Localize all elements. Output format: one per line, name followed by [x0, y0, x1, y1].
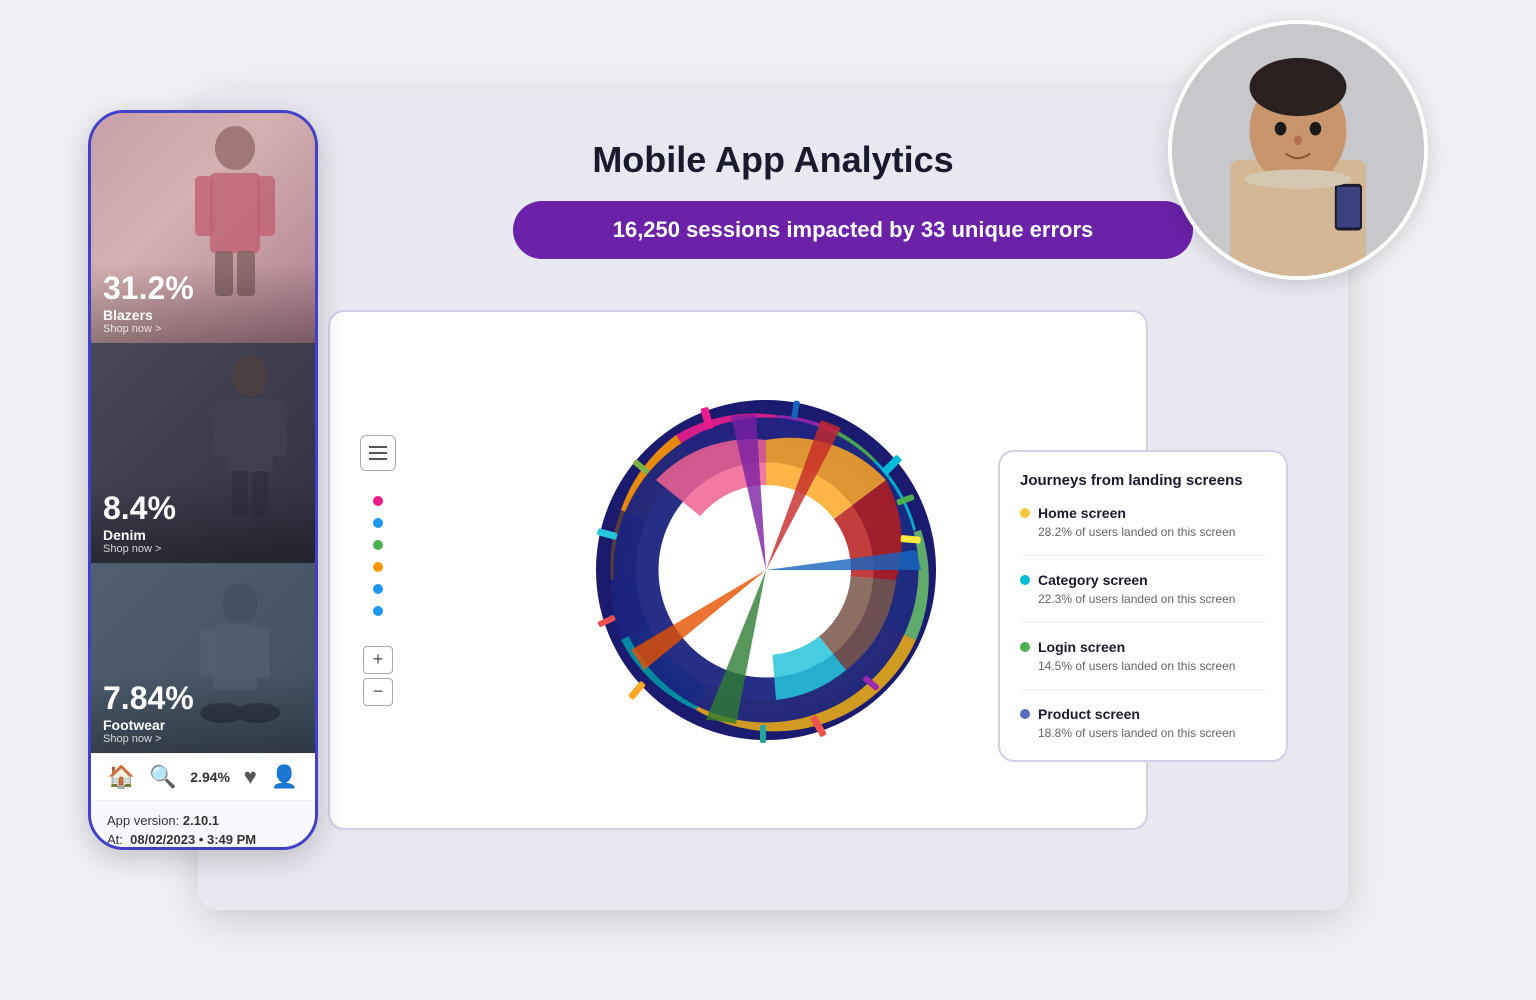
journey-login-stat: 14.5% of users landed on this screen [1038, 659, 1266, 673]
timestamp-line: At: 08/02/2023 • 3:49 PM [107, 832, 299, 847]
dot-blue3 [373, 606, 383, 616]
journey-product-stat: 18.8% of users landed on this screen [1038, 726, 1266, 740]
journey-panel-title: Journeys from landing screens [1020, 472, 1266, 489]
browser-card: Mobile App Analytics 16,250 sessions imp… [198, 90, 1348, 910]
journey-home-stat: 28.2% of users landed on this screen [1038, 525, 1266, 539]
journey-login-name: Login screen [1038, 639, 1125, 655]
page-title: Mobile App Analytics [228, 139, 1318, 181]
journey-panel: Journeys from landing screens Home scree… [998, 450, 1288, 762]
zoom-out-button[interactable]: − [363, 678, 393, 706]
zoom-in-button[interactable]: + [363, 646, 393, 674]
person-avatar [1168, 20, 1428, 280]
person-svg [1172, 24, 1424, 276]
main-container: Mobile App Analytics 16,250 sessions imp… [68, 50, 1468, 950]
dot-blue1 [373, 518, 383, 528]
section-overlay-footwear: 7.84% Footwear Shop now > [91, 672, 315, 753]
zoom-controls: + − [363, 646, 393, 706]
menu-icon[interactable] [360, 435, 396, 471]
app-version-label: App version: [107, 813, 179, 828]
journey-item-product: Product screen 18.8% of users landed on … [1020, 706, 1266, 740]
journey-dot-login [1020, 642, 1030, 652]
journey-dot-category [1020, 575, 1030, 585]
journey-product-name: Product screen [1038, 706, 1140, 722]
dot-green [373, 540, 383, 550]
journey-dot-product [1020, 709, 1030, 719]
sessions-banner: 16,250 sessions impacted by 33 unique er… [513, 201, 1193, 259]
journey-item-product-header: Product screen [1020, 706, 1266, 722]
dot-blue2 [373, 584, 383, 594]
heart-nav-icon[interactable]: ♥ [244, 764, 257, 790]
denim-label: Denim [103, 527, 303, 543]
journey-category-stat: 22.3% of users landed on this screen [1038, 592, 1266, 606]
footwear-sublabel: Shop now > [103, 733, 303, 745]
blazers-percent: 31.2% [103, 270, 303, 307]
phone-section-denim: 8.4% Denim Shop now > [91, 343, 315, 563]
mobile-phone: 31.2% Blazers Shop now > 8.4% Denim Shop… [88, 110, 318, 850]
phone-section-blazers: 31.2% Blazers Shop now > [91, 113, 315, 343]
phone-section-footwear: 7.84% Footwear Shop now > [91, 563, 315, 753]
journey-home-name: Home screen [1038, 505, 1126, 521]
journey-item-category: Category screen 22.3% of users landed on… [1020, 572, 1266, 623]
journey-dot-home [1020, 508, 1030, 518]
user-nav-icon[interactable]: 👤 [271, 764, 298, 790]
section-overlay-blazers: 31.2% Blazers Shop now > [91, 262, 315, 343]
footwear-label: Footwear [103, 717, 303, 733]
phone-footer: App version: 2.10.1 At: 08/02/2023 • 3:4… [91, 800, 315, 850]
dot-orange [373, 562, 383, 572]
dot-controls [373, 496, 383, 616]
journey-item-login-header: Login screen [1020, 639, 1266, 655]
blazers-sublabel: Shop now > [103, 323, 303, 335]
journey-item-category-header: Category screen [1020, 572, 1266, 588]
blazers-label: Blazers [103, 307, 303, 323]
app-version-line: App version: 2.10.1 [107, 813, 299, 828]
denim-percent: 8.4% [103, 490, 303, 527]
home-nav-icon[interactable]: 🏠 [108, 764, 135, 790]
sessions-text: 16,250 sessions impacted by 33 unique er… [613, 217, 1094, 242]
dot-pink [373, 496, 383, 506]
search-nav-icon[interactable]: 🔍 [149, 764, 176, 790]
nav-percent: 2.94% [190, 769, 230, 785]
journey-item-login: Login screen 14.5% of users landed on th… [1020, 639, 1266, 690]
donut-chart [576, 380, 956, 760]
denim-sublabel: Shop now > [103, 543, 303, 555]
section-overlay-denim: 8.4% Denim Shop now > [91, 482, 315, 563]
app-version-value: 2.10.1 [183, 813, 219, 828]
journey-category-name: Category screen [1038, 572, 1148, 588]
at-label: At: [107, 832, 123, 847]
chart-controls: + − [350, 425, 406, 716]
timestamp-value: 08/02/2023 • 3:49 PM [130, 832, 256, 847]
footwear-percent: 7.84% [103, 680, 303, 717]
journey-item-home: Home screen 28.2% of users landed on thi… [1020, 505, 1266, 556]
browser-dots [228, 110, 1318, 124]
phone-nav: 🏠 🔍 2.94% ♥ 👤 [91, 753, 315, 800]
journey-item-home-header: Home screen [1020, 505, 1266, 521]
